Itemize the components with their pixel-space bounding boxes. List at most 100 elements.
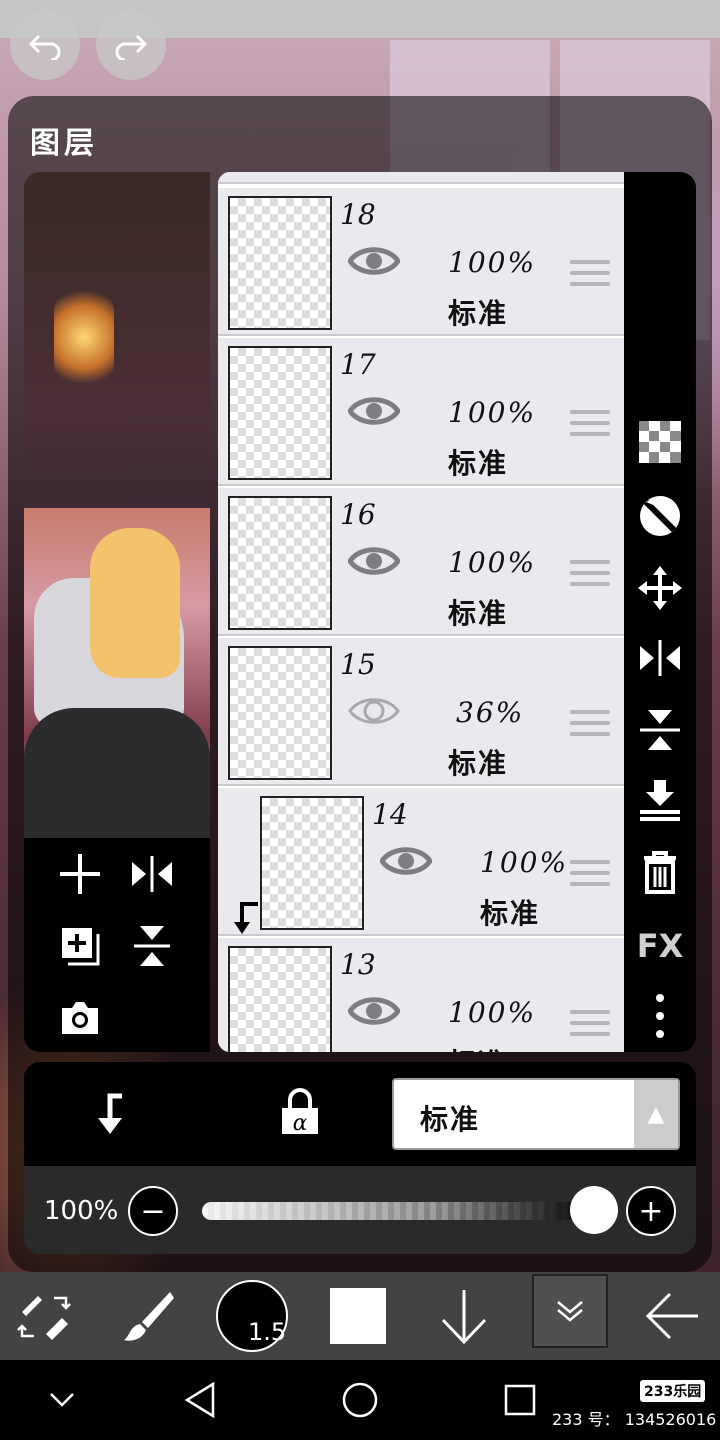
brush-tool-button[interactable] [118, 1272, 178, 1360]
brush-size-value: 1.5 [248, 1318, 287, 1346]
layer-blend-mode: 标准 [448, 447, 509, 480]
drag-handle-icon[interactable] [570, 560, 610, 590]
eye-icon[interactable] [346, 394, 402, 428]
flip-horizontal-button[interactable] [636, 634, 684, 682]
opacity-decrease-button[interactable]: − [128, 1186, 178, 1236]
back-button[interactable] [640, 1272, 704, 1360]
layer-blend-mode: 标准 [448, 747, 509, 780]
eye-icon[interactable] [346, 544, 402, 578]
layer-row[interactable]: 14 100% 标准 [218, 788, 624, 936]
nav-back-button[interactable] [178, 1378, 222, 1422]
svg-text:α: α [293, 1111, 308, 1136]
flip-vertical-button[interactable] [636, 706, 684, 754]
eye-icon[interactable] [346, 244, 402, 278]
panel-title: 图层 [30, 126, 98, 161]
blend-mode-select[interactable]: 标准 ▲ [392, 1078, 680, 1150]
invert-button[interactable] [636, 492, 684, 540]
alpha-lock-button[interactable]: α [278, 1088, 322, 1140]
layer-thumbnail[interactable] [228, 196, 332, 330]
redo-icon [115, 34, 148, 60]
delete-layer-button[interactable] [636, 848, 684, 896]
app-screen: 图层 18 100% 标准 17 100% 标准 16 100% 标准 15 36% 标准 14 100%… [0, 0, 720, 1440]
eraser-toggle-button[interactable] [14, 1272, 74, 1360]
fx-button[interactable]: FX [636, 922, 684, 970]
circle-half-icon [640, 496, 680, 536]
eye-icon[interactable] [378, 844, 434, 878]
brush-size-button[interactable]: 1.5 [216, 1280, 288, 1352]
nav-home-button[interactable] [338, 1378, 382, 1422]
layer-row[interactable]: 15 36% 标准 [218, 638, 624, 786]
layer-list[interactable]: 18 100% 标准 17 100% 标准 16 100% 标准 15 36% 标准 14 100% 标准 1… [218, 172, 624, 1052]
layer-opacity: 100% [448, 996, 537, 1029]
layer-row[interactable]: 17 100% 标准 [218, 338, 624, 486]
layer-blend-mode: 标准 [480, 897, 541, 930]
layer-thumbnail[interactable] [228, 346, 332, 480]
layer-opacity: 36% [456, 696, 525, 729]
layer-tools-bar: FX [624, 172, 696, 1052]
fx-icon: FX [636, 927, 684, 965]
transparency-button[interactable] [636, 418, 684, 466]
clipping-icon [98, 1093, 122, 1134]
selection-button[interactable] [532, 1274, 608, 1348]
clipping-button[interactable] [92, 1090, 136, 1140]
duplicate-layer-button[interactable] [50, 916, 110, 976]
layer-down-button[interactable] [436, 1272, 492, 1360]
figure-legs [24, 708, 210, 838]
layer-number: 15 [340, 648, 376, 681]
undo-button[interactable] [10, 10, 80, 80]
flip-layer-vertical-button[interactable] [122, 916, 182, 976]
lamp-art [54, 282, 114, 392]
nav-hide-button[interactable] [40, 1378, 84, 1422]
layer-action-panel [24, 838, 210, 1052]
opacity-slider-handle[interactable] [570, 1186, 618, 1234]
layer-number: 18 [340, 198, 376, 231]
merge-down-button[interactable] [636, 776, 684, 824]
figure-hair [90, 528, 180, 678]
eye-icon[interactable] [348, 694, 400, 728]
more-button[interactable] [636, 992, 684, 1040]
layer-number: 16 [340, 498, 376, 531]
move-button[interactable] [636, 564, 684, 612]
layer-row-partial[interactable] [218, 172, 624, 184]
drag-handle-icon[interactable] [570, 260, 610, 290]
drag-handle-icon[interactable] [570, 860, 610, 890]
circle-home-icon [342, 1382, 378, 1418]
layer-row[interactable]: 18 100% 标准 [218, 188, 624, 336]
flip-horizontal-icon [640, 640, 680, 676]
eye-icon[interactable] [346, 994, 402, 1028]
duplicate-icon [62, 928, 100, 966]
layer-thumbnail[interactable] [260, 796, 364, 930]
drag-handle-icon[interactable] [570, 410, 610, 440]
layer-number: 14 [372, 798, 408, 831]
move-icon [638, 566, 682, 610]
pen-eraser-icon [17, 1296, 71, 1340]
square-recents-icon [504, 1384, 536, 1416]
drag-handle-icon[interactable] [570, 710, 610, 740]
redo-button[interactable] [96, 10, 166, 80]
trash-icon [644, 851, 676, 894]
layer-thumbnail[interactable] [228, 646, 332, 780]
flip-layer-horizontal-button[interactable] [122, 844, 182, 904]
layer-blend-mode: 标准 [448, 597, 509, 630]
arrow-left-icon [645, 1292, 698, 1340]
opacity-slider[interactable] [202, 1202, 598, 1220]
layer-blend-mode: 标准 [448, 297, 509, 330]
layer-row[interactable]: 13 100% 标准 [218, 938, 624, 1052]
canvas-preview[interactable] [24, 508, 210, 838]
triangle-up-icon[interactable]: ▲ [634, 1080, 678, 1148]
layer-thumbnail[interactable] [228, 946, 332, 1052]
layer-opacity: 100% [448, 546, 537, 579]
add-layer-button[interactable] [50, 844, 110, 904]
opacity-control: 100% − + [24, 1166, 696, 1254]
layer-row[interactable]: 16 100% 标准 [218, 488, 624, 636]
color-swatch[interactable] [330, 1288, 386, 1344]
camera-button[interactable] [50, 988, 110, 1048]
opacity-increase-button[interactable]: + [626, 1186, 676, 1236]
layer-opacity: 100% [480, 846, 569, 879]
arrow-down-icon [441, 1290, 487, 1344]
drag-handle-icon[interactable] [570, 1010, 610, 1040]
nav-recents-button[interactable] [498, 1378, 542, 1422]
plus-icon [60, 854, 100, 894]
layer-thumbnail[interactable] [228, 496, 332, 630]
more-icon [656, 994, 664, 1038]
